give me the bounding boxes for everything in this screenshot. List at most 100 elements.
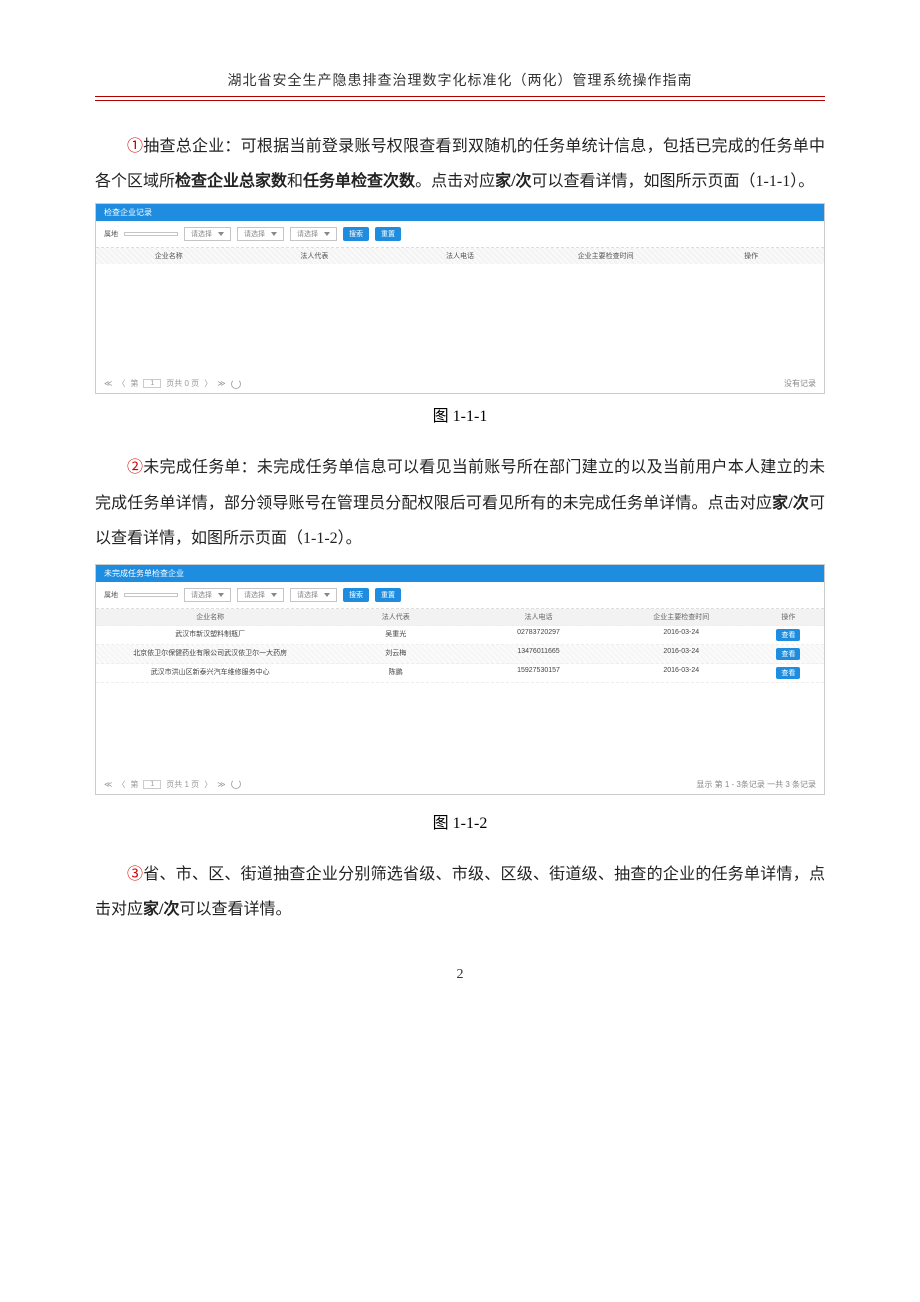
cell-action: 查看 — [753, 648, 824, 660]
para1-bold3: 家/次 — [495, 173, 531, 190]
chevron-down-icon — [218, 232, 224, 236]
para1-tail2: 可以查看详情，如图所示页面（1-1-1）。 — [532, 173, 815, 190]
pager-first-icon[interactable]: ≪ — [104, 780, 112, 789]
table-row: 北京依卫尔保健药业有限公司武汉依卫尔一大药房 刘云梅 13476011665 2… — [96, 645, 824, 664]
pager-last-icon[interactable]: ≫ — [217, 379, 225, 388]
filter-bar: 属地 请选择 请选择 请选择 搜索 重置 — [96, 582, 824, 609]
region-select-1[interactable]: 请选择 — [184, 588, 231, 602]
para2-lead: 未完成任务单：未完成任务单信息可以看见当前账号所在部门建立的以及当前用户本人建立… — [95, 459, 825, 511]
text-input[interactable] — [124, 232, 178, 236]
header-rule — [95, 96, 825, 101]
para1-bold2: 任务单检查次数 — [303, 173, 415, 190]
table-row: 武汉市洪山区新泰兴汽车维修服务中心 陈鹏 15927530157 2016-03… — [96, 664, 824, 683]
region-select-1[interactable]: 请选择 — [184, 227, 231, 241]
para1-tail1: 。点击对应 — [415, 173, 495, 190]
cell-rep: 吴重光 — [324, 629, 467, 641]
select-text: 请选择 — [191, 590, 212, 600]
document-page: 湖北省安全生产隐患排查治理数字化标准化（两化）管理系统操作指南 ①抽查总企业：可… — [0, 0, 920, 1023]
reset-button[interactable]: 重置 — [375, 588, 401, 602]
cell-rep: 刘云梅 — [324, 648, 467, 660]
filter-label: 属地 — [104, 229, 118, 239]
cell-time: 2016-03-24 — [610, 667, 753, 679]
pager-prev-icon[interactable]: 〈 — [117, 779, 125, 790]
circled-1: ① — [127, 138, 143, 155]
cell-action: 查看 — [753, 629, 824, 641]
pager: ≪ 〈 第 1 页共 0 页 〉 ≫ 没有记录 — [96, 374, 824, 393]
view-button[interactable]: 查看 — [776, 629, 800, 641]
page-number: 2 — [95, 967, 825, 983]
table-body-empty — [96, 264, 824, 374]
refresh-icon[interactable] — [231, 779, 241, 789]
col-phone: 法人电话 — [387, 251, 533, 261]
select-text: 请选择 — [297, 229, 318, 239]
chevron-down-icon — [271, 593, 277, 597]
cell-phone: 02783720297 — [467, 629, 610, 641]
panel-title: 未完成任务单检查企业 — [96, 565, 824, 582]
pager-summary: 没有记录 — [784, 378, 816, 389]
col-rep: 法人代表 — [242, 251, 388, 261]
select-text: 请选择 — [244, 590, 265, 600]
para3-bold: 家/次 — [143, 901, 179, 918]
pager-next-icon[interactable]: 〉 — [204, 378, 212, 389]
refresh-icon[interactable] — [231, 379, 241, 389]
table-header: 企业名称 法人代表 法人电话 企业主要检查时间 操作 — [96, 248, 824, 264]
cell-phone: 13476011665 — [467, 648, 610, 660]
view-button[interactable]: 查看 — [776, 648, 800, 660]
paragraph-1: ①抽查总企业：可根据当前登录账号权限查看到双随机的任务单统计信息，包括已完成的任… — [95, 129, 825, 199]
col-name: 企业名称 — [96, 612, 324, 622]
view-button[interactable]: 查看 — [776, 667, 800, 679]
reset-button[interactable]: 重置 — [375, 227, 401, 241]
para1-bold1: 检查企业总家数 — [175, 173, 287, 190]
table-row: 武汉市新汉塑料制瓶厂 吴重光 02783720297 2016-03-24 查看 — [96, 626, 824, 645]
col-rep: 法人代表 — [324, 612, 467, 622]
page-input[interactable]: 1 — [143, 379, 161, 388]
page-input[interactable]: 1 — [143, 780, 161, 789]
circled-3: ③ — [127, 866, 143, 883]
cell-name: 北京依卫尔保健药业有限公司武汉依卫尔一大药房 — [96, 648, 324, 660]
pager-label-total: 页共 0 页 — [166, 378, 199, 389]
region-select-2[interactable]: 请选择 — [237, 227, 284, 241]
select-text: 请选择 — [244, 229, 265, 239]
col-time: 企业主要检查时间 — [533, 251, 679, 261]
pager-last-icon[interactable]: ≫ — [217, 780, 225, 789]
chevron-down-icon — [218, 593, 224, 597]
para2-bold: 家/次 — [772, 495, 809, 512]
col-phone: 法人电话 — [467, 612, 610, 622]
pager-label-pre: 第 — [130, 378, 138, 389]
cell-time: 2016-03-24 — [610, 648, 753, 660]
paragraph-2: ②未完成任务单：未完成任务单信息可以看见当前账号所在部门建立的以及当前用户本人建… — [95, 450, 825, 556]
cell-action: 查看 — [753, 667, 824, 679]
pager-controls: ≪ 〈 第 1 页共 0 页 〉 ≫ — [104, 378, 241, 389]
pager-controls: ≪ 〈 第 1 页共 1 页 〉 ≫ — [104, 779, 241, 790]
caption-1: 图 1-1-1 — [95, 402, 825, 426]
pager-prev-icon[interactable]: 〈 — [117, 378, 125, 389]
pager-label-pre: 第 — [130, 779, 138, 790]
search-button[interactable]: 搜索 — [343, 227, 369, 241]
region-select-2[interactable]: 请选择 — [237, 588, 284, 602]
cell-name: 武汉市新汉塑料制瓶厂 — [96, 629, 324, 641]
cell-phone: 15927530157 — [467, 667, 610, 679]
pager-label-total: 页共 1 页 — [166, 779, 199, 790]
cell-time: 2016-03-24 — [610, 629, 753, 641]
pager-first-icon[interactable]: ≪ — [104, 379, 112, 388]
select-text: 请选择 — [297, 590, 318, 600]
col-time: 企业主要检查时间 — [610, 612, 753, 622]
chevron-down-icon — [324, 593, 330, 597]
pager: ≪ 〈 第 1 页共 1 页 〉 ≫ 显示 第 1 - 3条记录 一共 3 条记… — [96, 775, 824, 794]
region-select-3[interactable]: 请选择 — [290, 588, 337, 602]
page-header: 湖北省安全生产隐患排查治理数字化标准化（两化）管理系统操作指南 — [95, 70, 825, 96]
text-input[interactable] — [124, 593, 178, 597]
pager-next-icon[interactable]: 〉 — [204, 779, 212, 790]
col-action: 操作 — [753, 612, 824, 622]
select-text: 请选择 — [191, 229, 212, 239]
para1-mid: 和 — [287, 173, 303, 190]
search-button[interactable]: 搜索 — [343, 588, 369, 602]
chevron-down-icon — [271, 232, 277, 236]
circled-2: ② — [127, 459, 143, 476]
col-name: 企业名称 — [96, 251, 242, 261]
cell-rep: 陈鹏 — [324, 667, 467, 679]
figure-1-1-2: 未完成任务单检查企业 属地 请选择 请选择 请选择 搜索 重置 企业名称 法人代… — [95, 564, 825, 795]
region-select-3[interactable]: 请选择 — [290, 227, 337, 241]
filter-label: 属地 — [104, 590, 118, 600]
table-header: 企业名称 法人代表 法人电话 企业主要检查时间 操作 — [96, 609, 824, 626]
